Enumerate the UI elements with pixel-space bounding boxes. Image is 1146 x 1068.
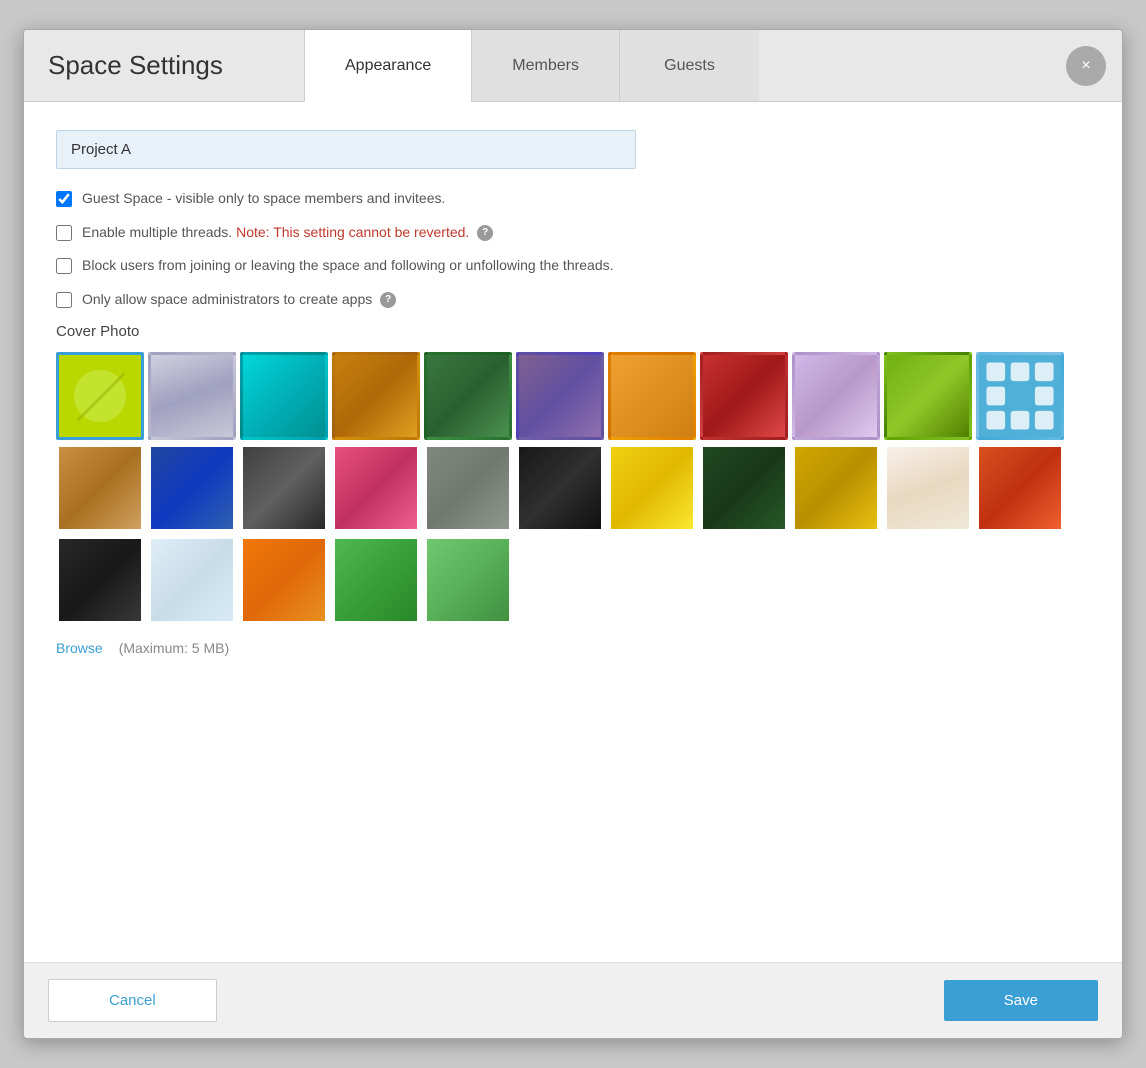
photo-item[interactable] [424, 536, 512, 624]
photo-item[interactable] [792, 352, 880, 440]
photo-item[interactable] [148, 444, 236, 532]
tab-bar: Appearance Members Guests [304, 30, 1122, 101]
checkbox-block[interactable] [56, 258, 72, 274]
tab-members[interactable]: Members [471, 30, 619, 101]
photo-item[interactable] [424, 444, 512, 532]
admin-help-icon[interactable]: ? [380, 292, 396, 308]
photo-item[interactable] [56, 444, 144, 532]
cancel-button[interactable]: Cancel [48, 979, 217, 1022]
browse-info: (Maximum: 5 MB) [119, 640, 229, 656]
photo-item[interactable] [240, 444, 328, 532]
browse-row: Browse (Maximum: 5 MB) [56, 640, 1090, 656]
checkbox-block-label: Block users from joining or leaving the … [82, 256, 614, 276]
dialog-footer: Cancel Save [24, 962, 1122, 1038]
photo-item[interactable] [240, 536, 328, 624]
photo-item[interactable] [884, 444, 972, 532]
dialog-title: Space Settings [24, 30, 304, 101]
photo-item[interactable] [516, 352, 604, 440]
checkbox-guest-label: Guest Space - visible only to space memb… [82, 189, 445, 209]
checkbox-threads-row: Enable multiple threads. Note: This sett… [56, 223, 1090, 243]
photo-item[interactable] [332, 536, 420, 624]
checkbox-threads-note: Note: This setting cannot be reverted. [236, 224, 469, 240]
photo-item[interactable] [148, 536, 236, 624]
checkbox-admin-label: Only allow space administrators to creat… [82, 290, 396, 310]
photo-item[interactable] [56, 536, 144, 624]
photo-item[interactable] [608, 444, 696, 532]
dialog-header: Space Settings Appearance Members Guests… [24, 30, 1122, 102]
close-button[interactable]: × [1066, 46, 1106, 86]
photo-item[interactable] [424, 352, 512, 440]
photo-item[interactable] [332, 352, 420, 440]
photo-item[interactable] [976, 444, 1064, 532]
photo-item[interactable] [516, 444, 604, 532]
dialog-body: Guest Space - visible only to space memb… [24, 102, 1122, 962]
threads-help-icon[interactable]: ? [477, 225, 493, 241]
photo-item[interactable] [148, 352, 236, 440]
checkbox-guest-row: Guest Space - visible only to space memb… [56, 189, 1090, 209]
cover-photo-grid [56, 352, 1090, 624]
tab-appearance[interactable]: Appearance [304, 30, 471, 102]
photo-item[interactable] [56, 352, 144, 440]
space-name-input[interactable] [56, 130, 636, 169]
checkbox-guest[interactable] [56, 191, 72, 207]
cover-photo-label: Cover Photo [56, 323, 1090, 340]
save-button[interactable]: Save [944, 980, 1098, 1021]
checkbox-admin-row: Only allow space administrators to creat… [56, 290, 1090, 310]
tab-guests[interactable]: Guests [619, 30, 759, 101]
photo-item[interactable] [700, 444, 788, 532]
photo-item[interactable] [608, 352, 696, 440]
checkbox-admin[interactable] [56, 292, 72, 308]
checkbox-block-row: Block users from joining or leaving the … [56, 256, 1090, 276]
photo-item[interactable] [884, 352, 972, 440]
photo-item[interactable] [700, 352, 788, 440]
photo-item[interactable] [976, 352, 1064, 440]
space-settings-dialog: Space Settings Appearance Members Guests… [23, 29, 1123, 1039]
photo-item[interactable] [332, 444, 420, 532]
browse-link[interactable]: Browse [56, 640, 103, 656]
photo-item[interactable] [792, 444, 880, 532]
checkbox-threads[interactable] [56, 225, 72, 241]
photo-item[interactable] [240, 352, 328, 440]
checkbox-threads-label: Enable multiple threads. Note: This sett… [82, 223, 493, 243]
